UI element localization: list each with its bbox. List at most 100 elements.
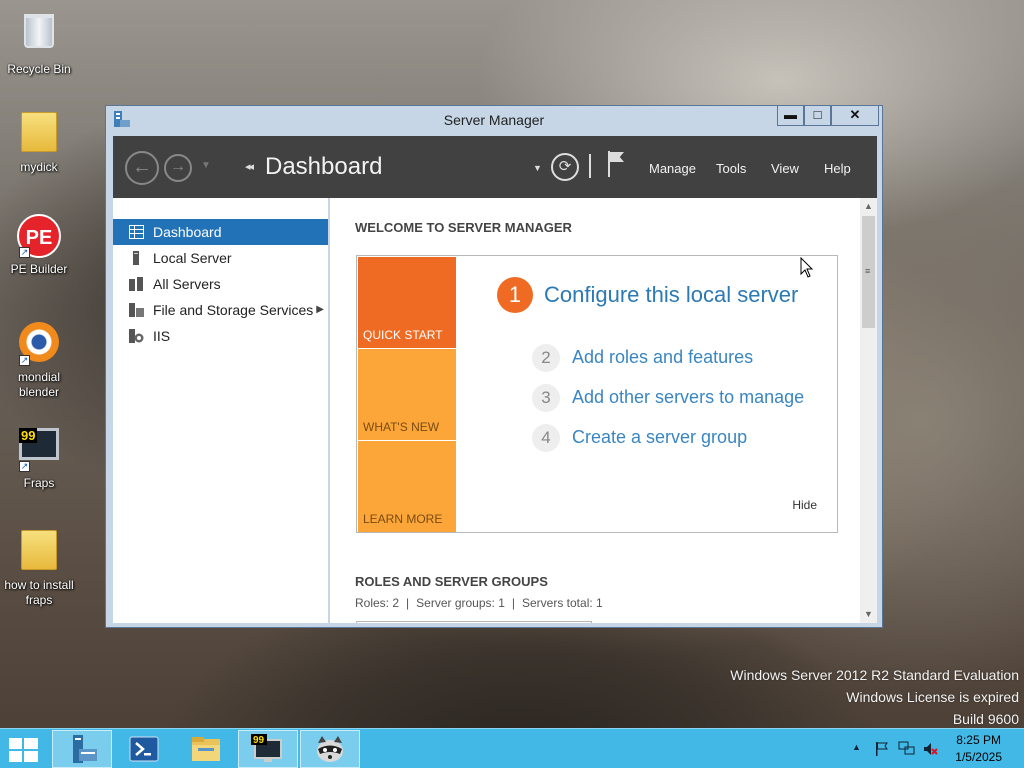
desktop-icon-fraps[interactable]: 99 ↗ Fraps [0, 422, 78, 491]
sidebar-item-local-server[interactable]: Local Server [113, 245, 328, 271]
windows-logo-icon [9, 738, 22, 749]
minimize-button[interactable]: ▬ [777, 106, 804, 126]
menu-help[interactable]: Help [824, 161, 851, 176]
action-center-flag-icon[interactable] [874, 741, 890, 757]
desktop-icon-label: Fraps [23, 476, 55, 490]
desktop-icon-blender[interactable]: ↗ mondial blender [0, 320, 78, 400]
forward-arrow-icon[interactable]: → [164, 154, 192, 182]
watermark-build: Build 9600 [952, 711, 1019, 727]
shortcut-arrow-icon: ↗ [19, 247, 30, 258]
taskbar: 99 ▲ 8:25 PM 1/5/2025 [0, 728, 1024, 768]
dashboard-icon [129, 225, 144, 239]
sidebar-item-label: Local Server [153, 250, 232, 266]
back-arrow-icon[interactable]: ← [125, 151, 159, 185]
sidebar-item-dashboard[interactable]: Dashboard [113, 219, 328, 245]
main-content: WELCOME TO SERVER MANAGER QUICK START WH… [330, 198, 877, 623]
fraps-icon: 99 [251, 734, 282, 762]
menu-tools[interactable]: Tools [716, 161, 746, 176]
menu-manage[interactable]: Manage [649, 161, 696, 176]
grip-icon: ≡ [865, 266, 871, 276]
tile-quick-start[interactable]: QUICK START [358, 257, 456, 348]
tray-overflow-icon[interactable]: ▲ [852, 742, 861, 752]
server-icon [133, 251, 139, 265]
zip-folder-icon [17, 530, 61, 574]
taskbar-file-explorer[interactable] [176, 730, 236, 768]
roles-summary: Roles: 2 | Server groups: 1 | Servers total:… [355, 596, 603, 610]
iis-icon [129, 329, 144, 343]
watermark-edition: Windows Server 2012 R2 Standard Evaluati… [730, 667, 1019, 683]
step-number: 2 [532, 344, 560, 372]
taskbar-clock[interactable]: 8:25 PM 1/5/2025 [955, 732, 1002, 766]
file-explorer-icon [192, 737, 220, 761]
taskbar-powershell[interactable] [114, 730, 174, 768]
taskbar-fraps[interactable]: 99 [238, 730, 298, 768]
sidebar-item-file-storage[interactable]: File and Storage Services ▶ [113, 297, 328, 323]
caption-buttons: ▬ □ ✕ [777, 106, 879, 126]
sidebar-item-iis[interactable]: IIS [113, 323, 328, 349]
desktop-icon-mydick[interactable]: mydick [0, 110, 78, 175]
svg-text:99: 99 [253, 735, 265, 746]
desktop-icon-label: how to install fraps [4, 578, 74, 607]
tile-whats-new[interactable]: WHAT'S NEW [358, 349, 456, 440]
desktop-icon-pe-builder[interactable]: PE ↗ PE Builder [0, 214, 78, 277]
breadcrumb: Dashboard [265, 153, 383, 180]
sidebar-item-all-servers[interactable]: All Servers [113, 271, 328, 297]
powershell-icon [129, 736, 159, 762]
configure-local-server-link[interactable]: Configure this local server [544, 282, 798, 308]
welcome-panel: QUICK START WHAT'S NEW LEARN MORE 1 Conf… [356, 255, 838, 533]
history-dropdown-icon[interactable]: ▼ [201, 160, 211, 171]
separator: | [511, 596, 515, 610]
roles-heading: ROLES AND SERVER GROUPS [355, 574, 548, 589]
breadcrumb-dropdown-icon[interactable]: ▼ [533, 163, 542, 173]
start-button[interactable] [9, 738, 38, 762]
maximize-button[interactable]: □ [804, 106, 831, 126]
tile-learn-more[interactable]: LEARN MORE [358, 441, 456, 532]
desktop-icon-label: Recycle Bin [7, 62, 71, 76]
title-bar[interactable]: Server Manager ▬ □ ✕ [106, 106, 882, 134]
vertical-scrollbar[interactable]: ▲ ≡ ▼ [860, 198, 877, 623]
role-card[interactable] [356, 621, 592, 623]
refresh-icon[interactable]: ⟳ [551, 153, 579, 181]
close-button[interactable]: ✕ [831, 106, 879, 126]
folder-icon [17, 112, 61, 156]
menu-view[interactable]: View [771, 161, 799, 176]
step-number: 4 [532, 424, 560, 452]
sidebar-item-label: All Servers [153, 276, 221, 292]
network-icon[interactable] [898, 741, 916, 757]
watermark-license: Windows License is expired [846, 689, 1019, 705]
recycle-bin-icon [17, 14, 61, 58]
raccoon-icon [317, 736, 343, 762]
desktop-icon-how-to-install-fraps[interactable]: how to install fraps [0, 528, 78, 608]
create-server-group-link[interactable]: Create a server group [572, 427, 747, 448]
taskbar-app-raccoon[interactable] [300, 730, 360, 768]
servers-total-count: Servers total: 1 [522, 596, 603, 610]
desktop-icon-label: PE Builder [10, 262, 68, 276]
scroll-up-icon[interactable]: ▲ [860, 198, 877, 215]
tile-label: LEARN MORE [363, 512, 443, 526]
notifications-flag-icon[interactable] [606, 151, 626, 177]
separator: | [406, 596, 410, 610]
scroll-down-icon[interactable]: ▼ [860, 606, 877, 623]
add-servers-link[interactable]: Add other servers to manage [572, 387, 804, 408]
tile-label: WHAT'S NEW [363, 420, 440, 434]
fraps-icon: 99 ↗ [17, 428, 61, 472]
chevron-right-icon[interactable]: ▶ [316, 297, 324, 323]
scroll-thumb[interactable]: ≡ [862, 216, 875, 328]
clock-time: 8:25 PM [956, 733, 1001, 747]
tile-label: QUICK START [363, 328, 443, 342]
desktop-icon-recycle-bin[interactable]: Recycle Bin [0, 8, 78, 77]
server-manager-icon [73, 735, 97, 763]
hide-link[interactable]: Hide [792, 498, 817, 512]
volume-muted-icon[interactable] [922, 741, 938, 757]
servers-icon [129, 277, 143, 291]
taskbar-server-manager[interactable] [52, 730, 112, 768]
desktop-icon-label: mydick [20, 160, 58, 174]
window-title: Server Manager [443, 112, 545, 128]
sidebar-item-label: File and Storage Services [153, 302, 314, 318]
mouse-cursor-icon [800, 257, 814, 278]
add-roles-link[interactable]: Add roles and features [572, 347, 753, 368]
shortcut-arrow-icon: ↗ [19, 355, 30, 366]
storage-icon [129, 303, 144, 317]
breadcrumb-arrows-icon: ◂◂ [245, 161, 254, 173]
windows-watermark: Windows Server 2012 R2 Standard Evaluati… [730, 664, 1019, 730]
